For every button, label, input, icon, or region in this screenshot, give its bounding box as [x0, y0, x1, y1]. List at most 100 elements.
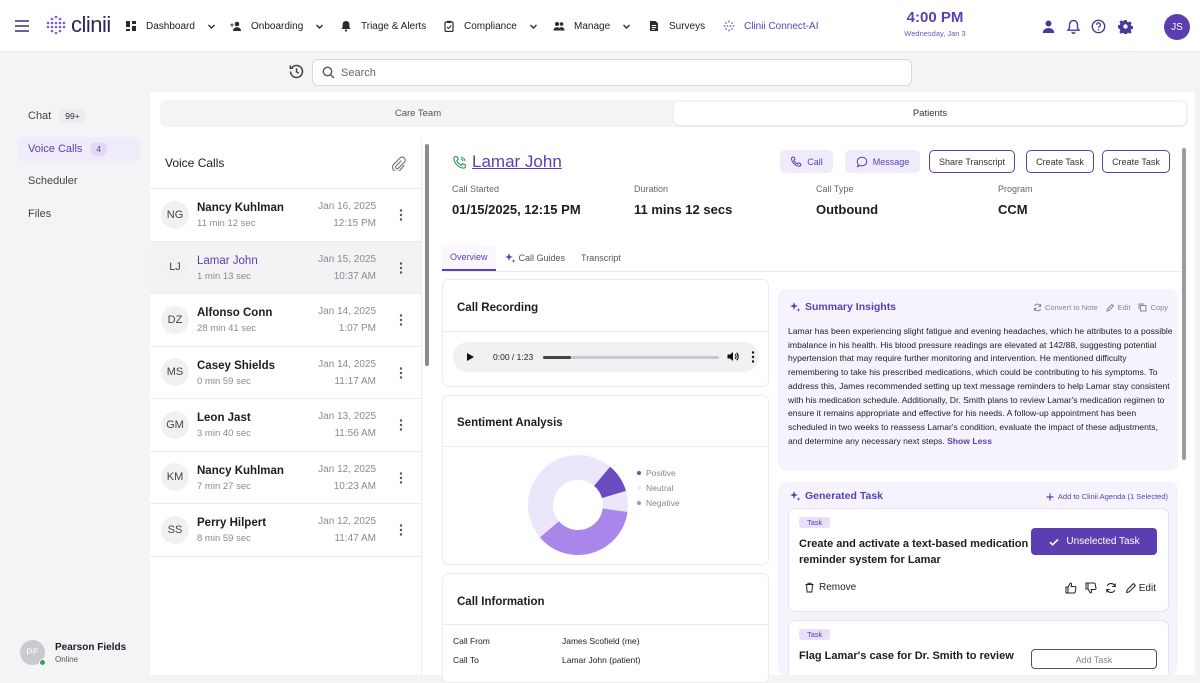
brand-logo[interactable]: clinii	[46, 12, 111, 38]
clipboard-icon	[443, 20, 455, 32]
legend-positive: Positive	[637, 468, 680, 478]
settings-gear-icon[interactable]	[1118, 19, 1133, 34]
summary-actions: Convert to Note Edit Copy	[1033, 303, 1168, 312]
chat-bubble-icon	[856, 156, 868, 168]
card-title: Sentiment Analysis	[457, 417, 563, 429]
paperclip-icon[interactable]	[391, 156, 406, 171]
copy-button[interactable]: Copy	[1138, 303, 1168, 312]
convert-to-note-button[interactable]: Convert to Note	[1033, 303, 1098, 312]
scrollbar[interactable]	[1182, 148, 1186, 460]
tab-patients[interactable]: Patients	[674, 102, 1186, 125]
thumbs-down-icon[interactable]	[1085, 582, 1097, 594]
panel-title: Voice Calls	[165, 156, 224, 170]
play-icon[interactable]	[465, 352, 475, 362]
message-button[interactable]: Message	[845, 150, 920, 173]
call-duration: 8 min 59 sec	[197, 533, 251, 544]
meta-value: Outbound	[816, 202, 878, 217]
more-options-icon[interactable]	[399, 524, 403, 536]
more-options-icon[interactable]	[399, 209, 403, 221]
sidebar-item-files[interactable]: Files	[18, 202, 140, 226]
nav-label: Onboarding	[251, 21, 303, 32]
caller-name: Nancy Kuhlman	[197, 202, 284, 214]
current-user[interactable]: PF Pearson Fields Online	[20, 640, 126, 665]
divider	[442, 271, 1187, 272]
create-task-button[interactable]: Create Task	[1026, 150, 1094, 173]
title-text: Generated Task	[805, 490, 883, 502]
profile-icon[interactable]	[1041, 19, 1056, 34]
edit-task-button[interactable]: Edit	[1125, 582, 1156, 594]
action-label: Convert to Note	[1045, 303, 1098, 312]
notifications-bell-icon[interactable]	[1066, 19, 1081, 34]
show-less-link[interactable]: Show Less	[947, 436, 992, 446]
regenerate-icon[interactable]	[1105, 582, 1117, 594]
call-list: NG Nancy Kuhlman 11 min 12 sec Jan 16, 2…	[150, 189, 421, 557]
progress-track[interactable]	[543, 356, 719, 359]
call-duration: 7 min 27 sec	[197, 481, 251, 492]
card-title: Generated Task	[789, 490, 883, 502]
menu-icon[interactable]	[14, 18, 30, 34]
more-options-icon[interactable]	[399, 262, 403, 274]
history-icon[interactable]	[288, 63, 305, 80]
call-time: 10:23 AM	[334, 481, 376, 492]
call-row[interactable]: DZ Alfonso Conn 28 min 41 sec Jan 14, 20…	[150, 294, 421, 347]
call-row[interactable]: KM Nancy Kuhlman 7 min 27 sec Jan 12, 20…	[150, 452, 421, 505]
call-row[interactable]: GM Leon Jast 3 min 40 sec Jan 13, 2025 1…	[150, 399, 421, 452]
plus-icon	[1046, 493, 1054, 501]
add-person-icon	[230, 20, 242, 32]
add-to-agenda-button[interactable]: Add to Clinii Agenda (1 Selected)	[1046, 492, 1168, 501]
thumbs-up-icon[interactable]	[1065, 582, 1077, 594]
scrollbar[interactable]	[425, 144, 429, 366]
nav-clinii-connect-ai[interactable]: Clinii Connect-AI	[723, 0, 818, 52]
more-options-icon[interactable]	[751, 351, 755, 363]
unselected-task-button[interactable]: Unselected Task	[1031, 528, 1157, 555]
sidebar-item-voice-calls[interactable]: Voice Calls 4	[18, 137, 140, 161]
patient-name-link[interactable]: Lamar John	[472, 152, 562, 172]
nav-triage-alerts[interactable]: Triage & Alerts	[340, 0, 426, 52]
nav-onboarding[interactable]: Onboarding	[230, 0, 324, 52]
share-transcript-button[interactable]: Share Transcript	[929, 150, 1015, 173]
button-label: Message	[873, 157, 910, 167]
more-options-icon[interactable]	[399, 314, 403, 326]
call-row[interactable]: LJ Lamar John 1 min 13 sec Jan 15, 2025 …	[150, 242, 421, 295]
meta-label: Program	[998, 184, 1033, 194]
more-options-icon[interactable]	[399, 367, 403, 379]
remove-task-button[interactable]: Remove	[804, 582, 856, 593]
help-icon[interactable]	[1091, 19, 1106, 34]
more-options-icon[interactable]	[399, 419, 403, 431]
nav-dashboard[interactable]: Dashboard	[125, 0, 216, 52]
user-status: Online	[55, 655, 126, 664]
call-row[interactable]: SS Perry Hilpert 8 min 59 sec Jan 12, 20…	[150, 504, 421, 557]
volume-icon[interactable]	[726, 350, 739, 363]
call-time: 11:47 AM	[334, 533, 376, 544]
user-name: Pearson Fields	[55, 642, 126, 653]
clock-date: Wednesday, Jan 3	[900, 29, 970, 38]
legend-swatch	[637, 486, 641, 490]
search-bar[interactable]	[312, 59, 912, 86]
sidebar-item-chat[interactable]: Chat 99+	[18, 104, 140, 128]
top-tabs: Care Team Patients	[160, 100, 1188, 127]
more-options-icon[interactable]	[399, 472, 403, 484]
sidebar-item-scheduler[interactable]: Scheduler	[18, 169, 140, 193]
call-row[interactable]: NG Nancy Kuhlman 11 min 12 sec Jan 16, 2…	[150, 189, 421, 242]
legend-label: Negative	[646, 498, 680, 508]
tab-overview[interactable]: Overview	[442, 245, 496, 271]
call-button[interactable]: Call	[780, 150, 833, 173]
edit-button[interactable]: Edit	[1106, 303, 1131, 312]
create-task-button-secondary[interactable]: Create Task	[1102, 150, 1170, 173]
search-input[interactable]	[341, 67, 881, 79]
nav-label: Surveys	[669, 21, 705, 32]
nav-compliance[interactable]: Compliance	[443, 0, 538, 52]
meta-label: Call Type	[816, 184, 878, 194]
legend-swatch	[637, 501, 641, 505]
tab-call-guides[interactable]: Call Guides	[496, 245, 574, 271]
add-task-button[interactable]: Add Task	[1031, 649, 1157, 669]
tab-transcript[interactable]: Transcript	[573, 245, 629, 271]
nav-manage[interactable]: Manage	[553, 0, 631, 52]
call-row[interactable]: MS Casey Shields 0 min 59 sec Jan 14, 20…	[150, 347, 421, 400]
caller-initials: LJ	[161, 253, 189, 281]
user-avatar[interactable]: JS	[1164, 14, 1190, 40]
tab-care-team[interactable]: Care Team	[162, 102, 674, 125]
legend-label: Positive	[646, 468, 676, 478]
nav-label: Triage & Alerts	[361, 21, 426, 32]
nav-surveys[interactable]: Surveys	[648, 0, 705, 52]
